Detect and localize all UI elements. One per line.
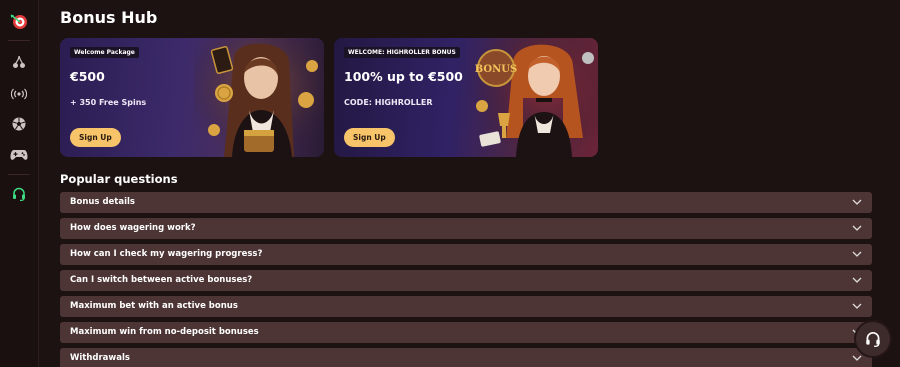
headset-icon[interactable] xyxy=(9,184,29,204)
faq-item-label: Can I switch between active bonuses? xyxy=(70,275,253,285)
sign-up-button[interactable]: Sign Up xyxy=(70,128,121,147)
soccer-ball-icon[interactable] xyxy=(9,114,29,134)
faq-item-label: Maximum win from no-deposit bonuses xyxy=(70,327,259,337)
promo-subline: + 350 Free Spins xyxy=(70,98,147,107)
promo-headline: 100% up to €500 xyxy=(344,69,463,84)
broadcast-icon[interactable] xyxy=(9,84,29,104)
promo-tag: WELCOME: HIGHROLLER BONUS xyxy=(344,47,460,58)
chevron-down-icon xyxy=(852,277,862,283)
page-title: Bonus Hub xyxy=(60,8,158,27)
faq-item-max-bet[interactable]: Maximum bet with an active bonus xyxy=(60,296,872,317)
faq-item-label: How does wagering work? xyxy=(70,223,196,233)
main-content: Bonus Hub Welcome Package €500 + 350 Fre… xyxy=(60,0,872,367)
promo-subline: CODE: HIGHROLLER xyxy=(344,98,433,107)
sidebar-divider xyxy=(8,40,30,41)
chevron-down-icon xyxy=(852,225,862,231)
chevron-down-icon xyxy=(852,303,862,309)
sign-up-button[interactable]: Sign Up xyxy=(344,128,395,147)
faq-item-withdrawals[interactable]: Withdrawals xyxy=(60,348,872,367)
svg-text:BONUS: BONUS xyxy=(475,64,517,75)
promo-card-welcome[interactable]: Welcome Package €500 + 350 Free Spins Si… xyxy=(60,38,324,157)
sidebar xyxy=(0,0,39,367)
faq-item-wagering[interactable]: How does wagering work? xyxy=(60,218,872,239)
faq-item-switch-bonuses[interactable]: Can I switch between active bonuses? xyxy=(60,270,872,291)
faq-item-label: Withdrawals xyxy=(70,353,130,363)
support-chat-button[interactable] xyxy=(856,322,890,356)
promo-illustration-lady xyxy=(194,38,324,157)
chevron-down-icon xyxy=(852,199,862,205)
faq-item-bonus-details[interactable]: Bonus details xyxy=(60,192,872,213)
faq-item-label: How can I check my wagering progress? xyxy=(70,249,263,259)
faq-item-label: Maximum bet with an active bonus xyxy=(70,301,238,311)
faq-item-label: Bonus details xyxy=(70,197,135,207)
headset-icon xyxy=(866,332,880,347)
sidebar-divider xyxy=(8,174,30,175)
faq-section-title: Popular questions xyxy=(60,172,178,186)
promo-card-highroller[interactable]: BONUS WELCOME: HIGHROLLER BONUS 100% up … xyxy=(334,38,598,157)
faq-item-max-win[interactable]: Maximum win from no-deposit bonuses xyxy=(60,322,872,343)
faq-item-wagering-progress[interactable]: How can I check my wagering progress? xyxy=(60,244,872,265)
promo-headline: €500 xyxy=(70,69,105,84)
chevron-down-icon xyxy=(852,355,862,361)
target-logo-icon[interactable] xyxy=(9,12,29,32)
cherries-icon[interactable] xyxy=(9,52,29,72)
promo-illustration-redhead: BONUS xyxy=(468,38,598,157)
promo-tag: Welcome Package xyxy=(70,47,139,58)
chevron-down-icon xyxy=(852,251,862,257)
gamepad-icon[interactable] xyxy=(9,145,29,165)
